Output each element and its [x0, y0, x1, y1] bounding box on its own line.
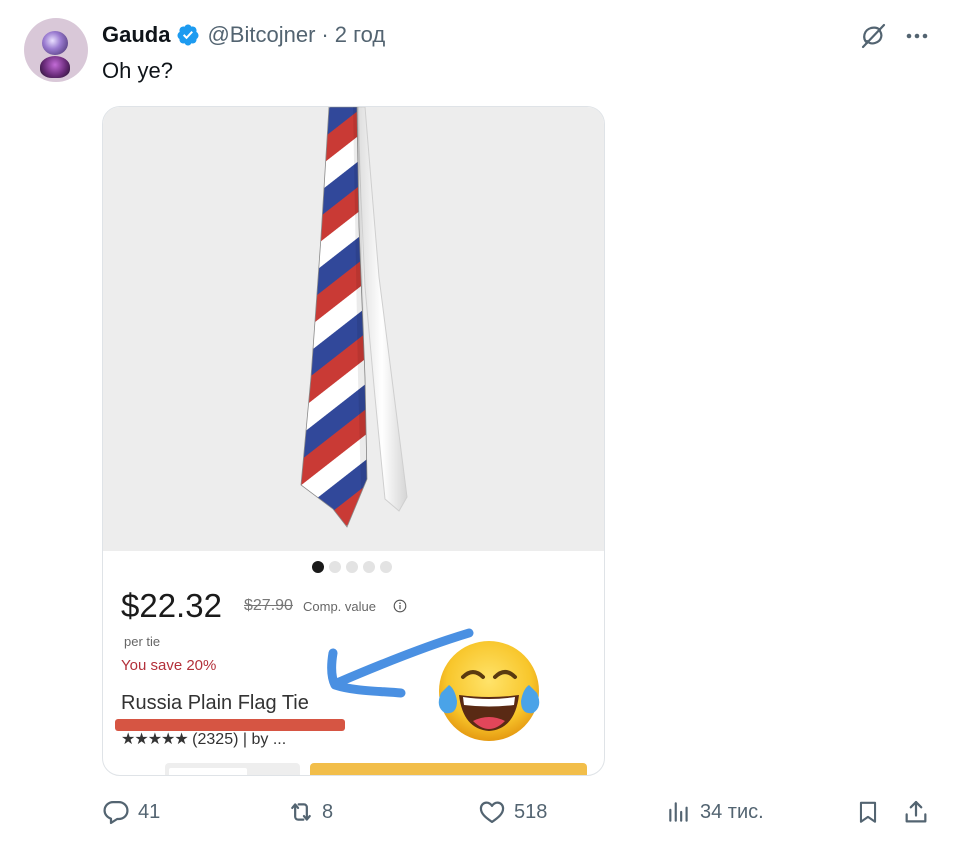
add-to-cart-button[interactable] [310, 763, 587, 775]
tweet-header: Gauda @Bitcojner · 2 год [102, 20, 385, 50]
avatar-orb-bottom [40, 56, 70, 78]
avatar[interactable] [24, 18, 88, 82]
heart-icon [479, 801, 505, 824]
separator-dot: · [321, 22, 329, 47]
author-handle[interactable]: @Bitcojner [207, 22, 315, 48]
tweet-actions: 41 8 518 34 тис. [0, 792, 954, 832]
product-price: $22.32 [121, 587, 222, 624]
info-icon [393, 599, 407, 613]
carousel-dot[interactable] [312, 561, 324, 573]
old-price: $27.90 [244, 597, 293, 614]
rating-stars: ★★★★★ [121, 731, 189, 748]
carousel-dot[interactable] [329, 561, 341, 573]
reply-icon [103, 800, 129, 825]
share-icon [905, 800, 927, 823]
bookmark-button[interactable] [855, 792, 881, 832]
tie-image [300, 107, 408, 528]
grok-icon[interactable] [858, 22, 888, 50]
author-name[interactable]: Gauda [102, 22, 170, 48]
views-chart-icon [669, 802, 688, 822]
bookmark-icon [859, 801, 877, 823]
share-button[interactable] [902, 792, 930, 832]
reply-count: 41 [138, 800, 161, 823]
carousel-dot[interactable] [363, 561, 375, 573]
per-unit-label: per tie [124, 634, 161, 649]
verified-badge-icon [177, 24, 199, 46]
reply-button[interactable]: 41 [102, 792, 160, 832]
like-count: 518 [514, 800, 548, 823]
carousel-dot[interactable] [380, 561, 392, 573]
views-button[interactable]: 34 тис. [666, 792, 764, 832]
tweet-text: Oh ye? [102, 58, 173, 83]
product-photo [103, 107, 604, 551]
more-options-icon[interactable] [904, 22, 930, 50]
carousel-dot[interactable] [346, 561, 358, 573]
avatar-orb-top [42, 31, 68, 55]
you-save-label: You save 20% [121, 657, 217, 674]
rating-text: (2325) | by ... [192, 731, 287, 748]
product-rating: ★★★★★ (2325) | by ... [121, 729, 286, 749]
tears-of-joy-emoji [438, 641, 540, 741]
quantity-select-inner [169, 768, 247, 775]
repost-button[interactable]: 8 [286, 792, 333, 832]
like-button[interactable]: 518 [478, 792, 547, 832]
tweet-media[interactable]: $22.32 $27.90 Comp. value per tie You sa… [102, 106, 605, 776]
comp-value-label: Comp. value [303, 599, 376, 614]
product-name: Russia Plain Flag Tie [121, 692, 309, 714]
repost-icon [291, 803, 311, 821]
tweet-time[interactable]: 2 год [335, 22, 385, 48]
carousel-dots [312, 561, 392, 573]
repost-count: 8 [322, 800, 334, 823]
views-count: 34 тис. [700, 800, 764, 823]
